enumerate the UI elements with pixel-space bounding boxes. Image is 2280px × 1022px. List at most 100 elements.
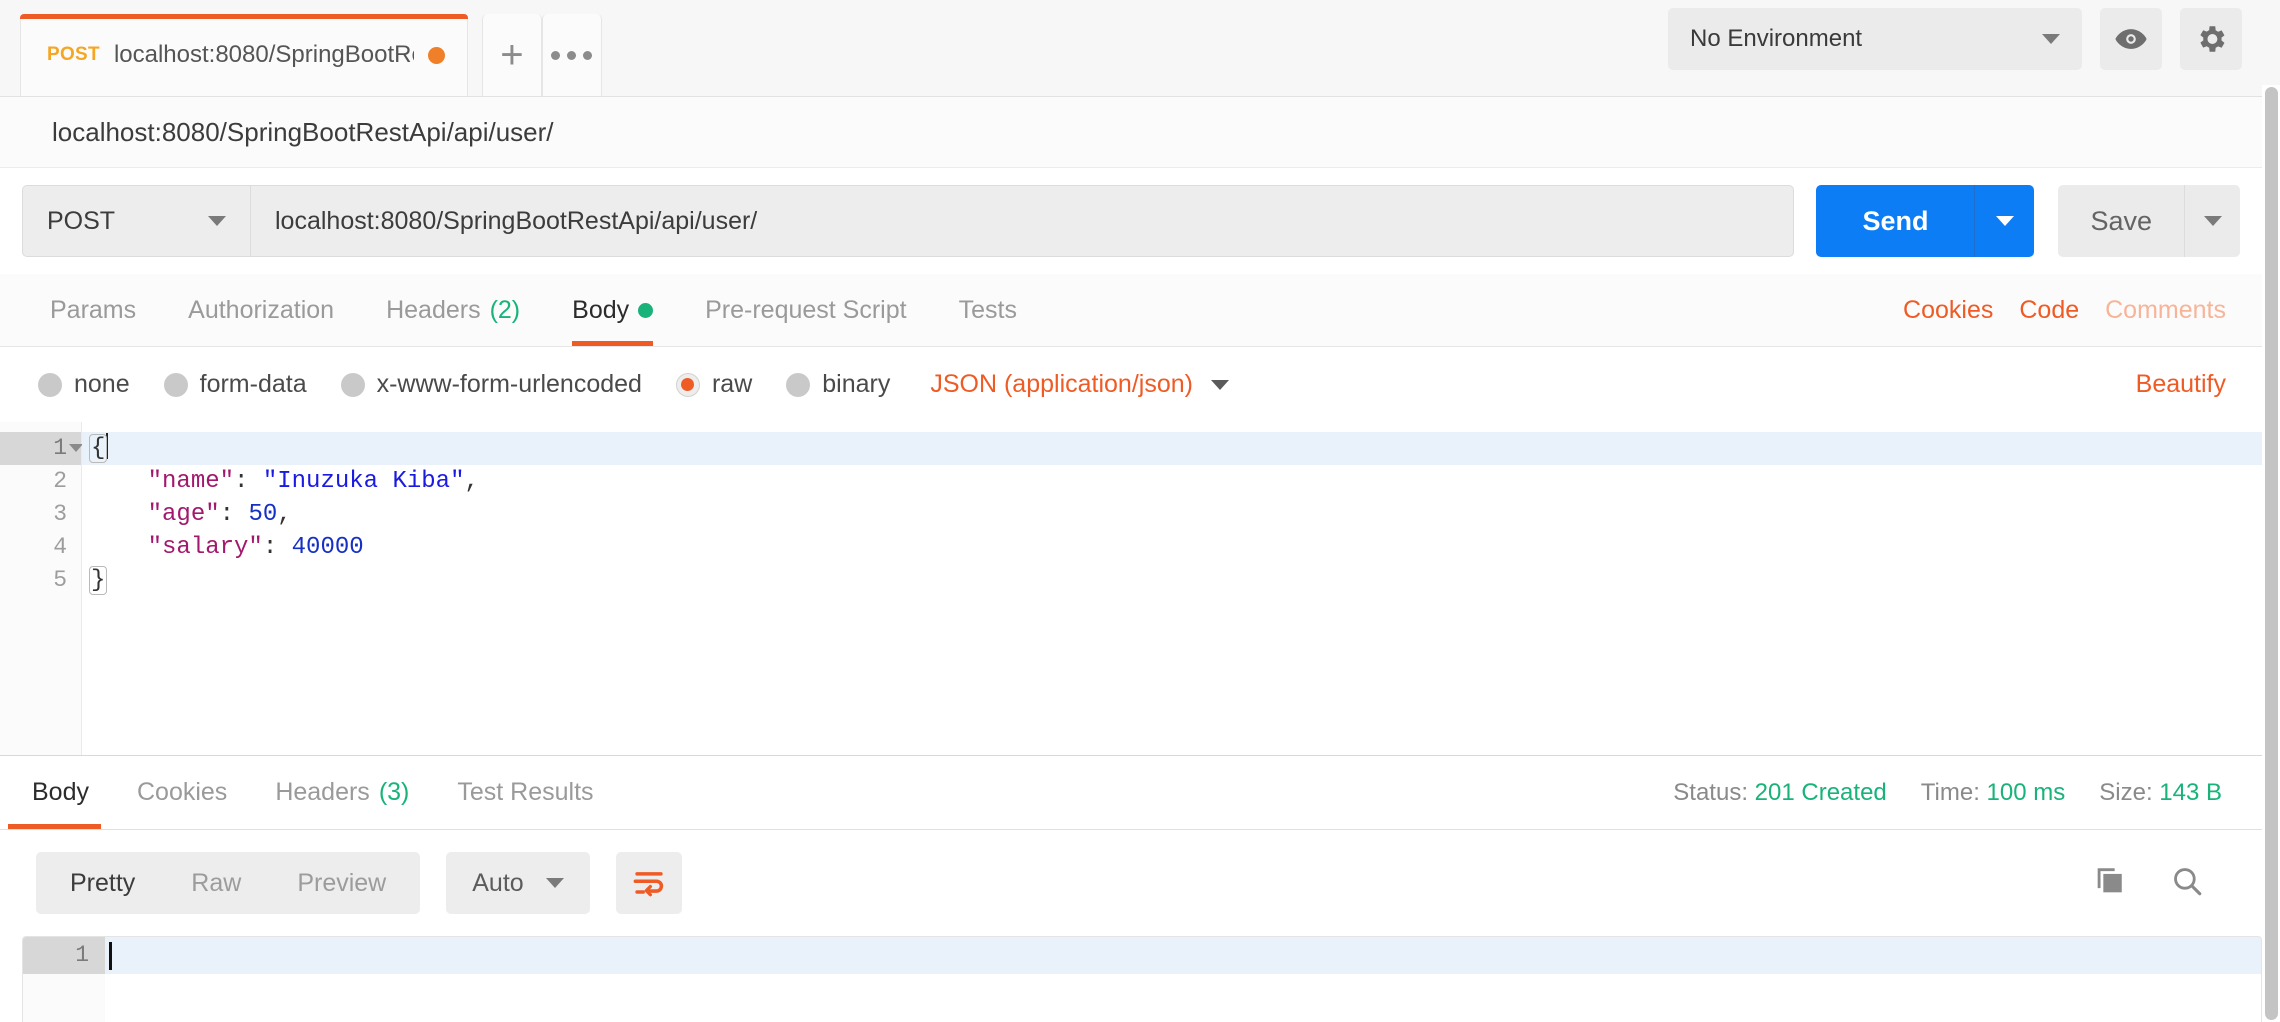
tab-body[interactable]: Body <box>546 274 679 346</box>
response-tab-body[interactable]: Body <box>8 756 113 829</box>
save-button[interactable]: Save <box>2058 185 2184 257</box>
response-toolbar-actions <box>2092 864 2226 903</box>
size-label: Size: <box>2099 778 2153 806</box>
chevron-down-icon <box>2203 216 2222 226</box>
tab-headers[interactable]: Headers (2) <box>360 274 546 346</box>
request-title-bar: localhost:8080/SpringBootRestApi/api/use… <box>0 97 2262 168</box>
radio-icon-selected <box>675 372 700 397</box>
environment-zone: No Environment <box>1668 0 2280 96</box>
search-icon <box>2174 867 2202 895</box>
editor-code-area[interactable]: { "name": "Inuzuka Kiba", "age": 50, "sa… <box>82 422 2262 755</box>
settings-button[interactable] <box>2180 7 2242 70</box>
tab-url-label: localhost:8080/SpringBootRest/ <box>113 41 414 68</box>
request-body-editor[interactable]: 1 2 3 4 5 { "name": "Inuzuka Kiba", "age… <box>0 422 2262 756</box>
fold-arrow-icon[interactable] <box>69 444 83 452</box>
request-section-tabs: Params Authorization Headers (2) Body Pr… <box>0 274 2262 347</box>
body-type-urlencoded[interactable]: x-www-form-urlencoded <box>340 370 642 399</box>
close-brace: } <box>88 566 108 595</box>
raw-format-value: JSON (application/json) <box>930 370 1193 398</box>
tab-label: Authorization <box>188 295 335 324</box>
environment-label: No Environment <box>1690 24 1863 52</box>
tab-pre-request-script[interactable]: Pre-request Script <box>679 274 932 346</box>
send-button-group: Send <box>1816 185 2035 257</box>
send-options-button[interactable] <box>1974 185 2035 257</box>
response-view-mode-group: Pretty Raw Preview <box>36 852 421 914</box>
response-tab-cookies[interactable]: Cookies <box>113 756 251 829</box>
status-label: Status: <box>1673 778 1748 806</box>
code-line-5: } <box>82 564 2262 597</box>
tab-label: Tests <box>958 295 1017 324</box>
cookies-link[interactable]: Cookies <box>1903 296 1993 325</box>
code-line-1: { <box>82 432 2262 465</box>
json-number-value: 50 <box>248 501 278 528</box>
tab-label: Body <box>572 295 630 324</box>
response-body-viewer[interactable]: 1 <box>22 936 2262 1022</box>
copy-button[interactable] <box>2092 864 2126 903</box>
search-button[interactable] <box>2170 864 2204 903</box>
tab-more-options-button[interactable] <box>541 14 602 96</box>
code-link[interactable]: Code <box>2019 296 2079 325</box>
http-method-value: POST <box>47 206 116 235</box>
comments-link[interactable]: Comments <box>2105 296 2226 325</box>
radio-label: raw <box>711 370 753 398</box>
text-cursor <box>106 433 109 459</box>
response-format-selector[interactable]: Auto <box>446 852 590 914</box>
time-value: 100 ms <box>1986 778 2066 806</box>
response-code-area[interactable] <box>105 937 2261 1022</box>
response-section-tabs: Body Cookies Headers (3) Test Results St… <box>0 756 2262 830</box>
chevron-down-icon <box>208 216 226 226</box>
tab-authorization[interactable]: Authorization <box>162 274 360 346</box>
tab-count-badge: (3) <box>378 778 410 806</box>
time-group: Time: 100 ms <box>1921 779 2065 807</box>
tab-params[interactable]: Params <box>24 274 162 346</box>
open-brace: { <box>88 434 108 463</box>
json-string-value: "Inuzuka Kiba" <box>262 468 465 495</box>
radio-icon <box>340 372 365 397</box>
word-wrap-button[interactable] <box>615 852 682 914</box>
body-type-none[interactable]: none <box>38 370 130 399</box>
request-url-input[interactable]: localhost:8080/SpringBootRestApi/api/use… <box>250 185 1795 257</box>
view-mode-pretty[interactable]: Pretty <box>42 869 163 898</box>
tab-label: Headers <box>386 295 481 324</box>
new-tab-button[interactable]: + <box>481 14 542 96</box>
response-toolbar: Pretty Raw Preview Auto <box>0 830 2262 936</box>
copy-icon <box>2097 867 2122 892</box>
save-options-button[interactable] <box>2184 185 2240 257</box>
json-comma: , <box>464 468 479 495</box>
http-method-selector[interactable]: POST <box>22 185 250 257</box>
body-type-binary[interactable]: binary <box>786 370 890 399</box>
request-url-value: localhost:8080/SpringBootRestApi/api/use… <box>275 206 758 235</box>
plus-icon: + <box>500 33 524 77</box>
code-line-2: "name": "Inuzuka Kiba", <box>82 465 2262 498</box>
json-key: "age" <box>147 501 220 528</box>
response-code-line-1 <box>105 937 2261 974</box>
radio-icon <box>163 372 188 397</box>
response-tab-test-results[interactable]: Test Results <box>433 756 617 829</box>
response-tab-headers[interactable]: Headers (3) <box>251 756 433 829</box>
request-tabs-zone: POST localhost:8080/SpringBootRest/ + <box>0 0 602 96</box>
environment-quick-look-button[interactable] <box>2100 7 2162 70</box>
tab-label: Cookies <box>136 778 228 806</box>
chevron-down-icon <box>1210 379 1229 390</box>
chevron-down-icon <box>2042 33 2060 44</box>
body-present-dot-icon <box>638 302 654 318</box>
line-number: 3 <box>53 501 67 527</box>
view-mode-raw[interactable]: Raw <box>163 869 269 898</box>
tab-tests[interactable]: Tests <box>933 274 1043 346</box>
request-tab-post[interactable]: POST localhost:8080/SpringBootRest/ <box>20 14 468 96</box>
send-button[interactable]: Send <box>1816 185 1975 257</box>
body-type-form-data[interactable]: form-data <box>163 370 307 399</box>
beautify-link[interactable]: Beautify <box>2136 370 2262 399</box>
environment-selector[interactable]: No Environment <box>1668 7 2082 70</box>
eye-icon <box>2115 28 2147 49</box>
scrollbar-thumb[interactable] <box>2265 87 2278 1020</box>
view-mode-preview[interactable]: Preview <box>269 869 414 898</box>
json-colon: : <box>262 534 292 561</box>
vertical-scrollbar[interactable] <box>2262 85 2280 1022</box>
raw-format-selector[interactable]: JSON (application/json) <box>930 370 1229 399</box>
body-type-raw[interactable]: raw <box>675 370 753 399</box>
response-gutter: 1 <box>23 937 105 1022</box>
radio-icon <box>786 372 811 397</box>
code-line-4: "salary": 40000 <box>82 531 2262 564</box>
response-line-number: 1 <box>23 937 105 974</box>
